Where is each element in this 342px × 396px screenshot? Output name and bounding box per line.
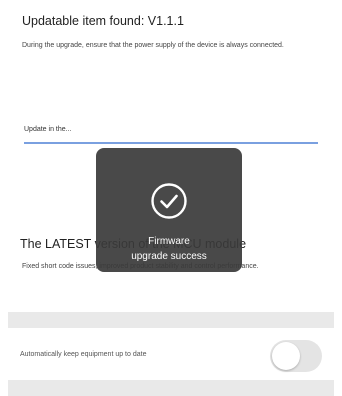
toggle-knob: [272, 342, 300, 370]
upgrade-success-toast: Firmware upgrade success: [96, 148, 242, 272]
check-circle-icon: [151, 183, 187, 219]
section-divider: [8, 312, 334, 328]
auto-update-toggle[interactable]: [270, 340, 322, 372]
update-status-label: Update in the...: [24, 126, 72, 133]
update-progress-bar: [24, 142, 318, 144]
firmware-update-page: Updatable item found: V1.1.1 During the …: [0, 0, 342, 396]
section-divider-bottom: [8, 380, 334, 396]
update-progress-fill: [24, 142, 318, 144]
auto-update-label: Automatically keep equipment up to date: [20, 351, 147, 358]
power-supply-note: During the upgrade, ensure that the powe…: [22, 42, 284, 49]
auto-update-setting-row: Automatically keep equipment up to date: [20, 339, 322, 373]
update-found-title: Updatable item found: V1.1.1: [22, 14, 184, 28]
toast-message: Firmware upgrade success: [131, 236, 207, 262]
